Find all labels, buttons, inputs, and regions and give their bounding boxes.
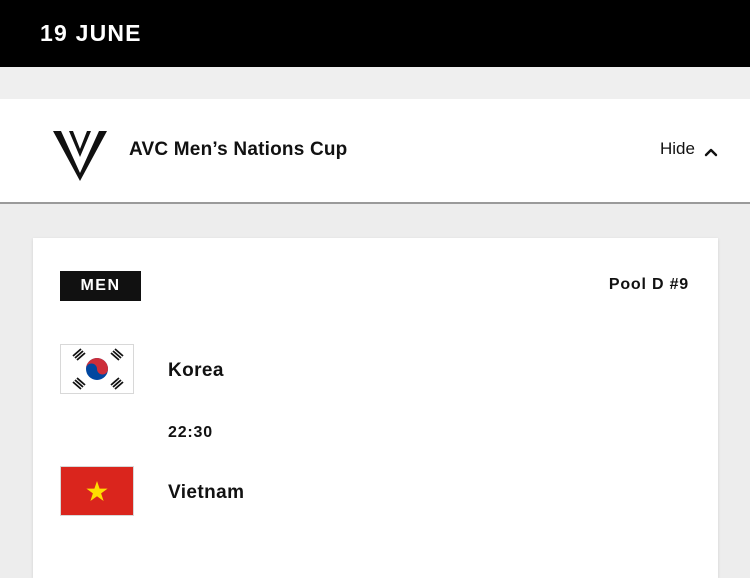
gender-badge: MEN [60,271,141,301]
date-header: 19 JUNE [0,0,750,67]
event-header: AVC Men’s Nations Cup Hide [0,99,750,204]
chevron-up-icon [704,144,718,157]
away-team-name: Vietnam [168,482,245,503]
korea-flag-icon [60,344,134,394]
vietnam-flag-icon [60,466,134,516]
event-title: AVC Men’s Nations Cup [129,139,348,160]
hide-toggle-button[interactable]: Hide [660,139,718,159]
spacer-strip [0,67,750,99]
home-team-name: Korea [168,360,224,381]
volleyball-federation-logo-icon [51,127,109,183]
hide-label: Hide [660,139,695,158]
match-card[interactable]: MEN Pool D #9 Korea 22:30 Vietnam [33,238,718,578]
pool-label: Pool D #9 [608,276,689,293]
match-time: 22:30 [168,424,213,441]
date-label: 19 JUNE [40,20,142,46]
